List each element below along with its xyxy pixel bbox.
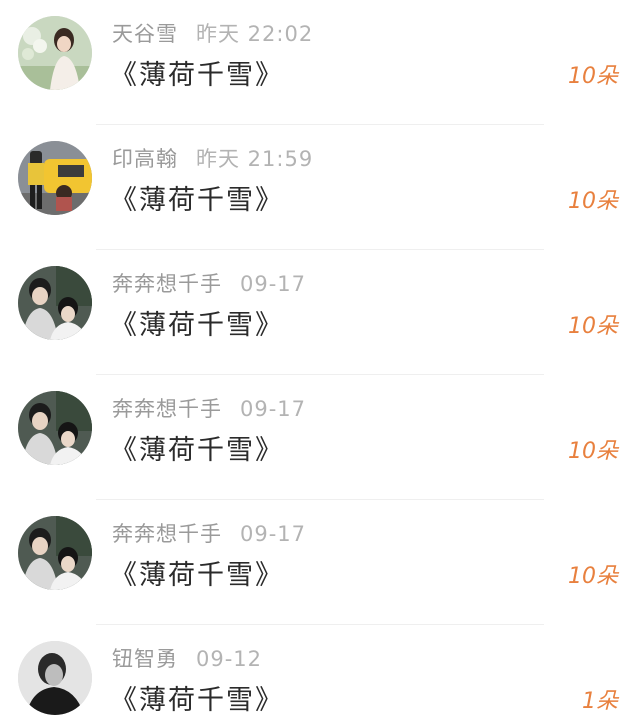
avatar[interactable] — [18, 516, 92, 590]
avatar[interactable] — [18, 641, 92, 715]
book-title[interactable]: 《薄荷千雪》 — [110, 683, 284, 715]
user-name[interactable]: 奔奔想千手 — [112, 522, 222, 546]
avatar-two-men-icon — [18, 516, 92, 590]
book-title[interactable]: 《薄荷千雪》 — [110, 433, 284, 469]
user-name[interactable]: 钮智勇 — [112, 647, 178, 671]
user-name[interactable]: 奔奔想千手 — [112, 397, 222, 421]
avatar-woman-flowers-icon — [18, 16, 92, 90]
item-meta: 天谷雪 昨天 22:02 — [112, 20, 313, 48]
item-meta: 印高翰 昨天 21:59 — [112, 145, 313, 173]
avatar-two-men-icon — [18, 266, 92, 340]
timestamp: 09-17 — [240, 522, 307, 546]
timestamp: 昨天 21:59 — [196, 147, 314, 171]
list-item[interactable]: 奔奔想千手 09-17 《薄荷千雪》 10朵 — [0, 375, 640, 500]
gift-record-list: 天谷雪 昨天 22:02 《薄荷千雪》 10朵 印高翰 昨天 21:59 《薄荷千雪… — [0, 0, 640, 715]
timestamp: 09-17 — [240, 397, 307, 421]
item-meta: 钮智勇 09-12 — [112, 645, 262, 673]
avatar[interactable] — [18, 141, 92, 215]
flower-count: 10朵 — [568, 439, 618, 464]
flower-count: 10朵 — [568, 314, 618, 339]
user-name[interactable]: 奔奔想千手 — [112, 272, 222, 296]
list-item[interactable]: 印高翰 昨天 21:59 《薄荷千雪》 10朵 — [0, 125, 640, 250]
flower-count: 10朵 — [568, 189, 618, 214]
item-meta: 奔奔想千手 09-17 — [112, 395, 306, 423]
avatar[interactable] — [18, 16, 92, 90]
book-title[interactable]: 《薄荷千雪》 — [110, 558, 284, 594]
timestamp: 09-12 — [196, 647, 263, 671]
item-meta: 奔奔想千手 09-17 — [112, 520, 306, 548]
timestamp: 09-17 — [240, 272, 307, 296]
list-item[interactable]: 奔奔想千手 09-17 《薄荷千雪》 10朵 — [0, 500, 640, 625]
avatar[interactable] — [18, 391, 92, 465]
user-name[interactable]: 印高翰 — [112, 147, 178, 171]
avatar-couple-taxi-icon — [18, 141, 92, 215]
list-item[interactable]: 奔奔想千手 09-17 《薄荷千雪》 10朵 — [0, 250, 640, 375]
avatar-two-men-icon — [18, 391, 92, 465]
flower-count: 10朵 — [568, 564, 618, 589]
book-title[interactable]: 《薄荷千雪》 — [110, 183, 284, 219]
flower-count: 1朵 — [582, 689, 618, 714]
book-title[interactable]: 《薄荷千雪》 — [110, 308, 284, 344]
book-title[interactable]: 《薄荷千雪》 — [110, 58, 284, 94]
list-item[interactable]: 钮智勇 09-12 《薄荷千雪》 1朵 — [0, 625, 640, 715]
item-meta: 奔奔想千手 09-17 — [112, 270, 306, 298]
user-name[interactable]: 天谷雪 — [112, 22, 178, 46]
list-item[interactable]: 天谷雪 昨天 22:02 《薄荷千雪》 10朵 — [0, 0, 640, 125]
avatar[interactable] — [18, 266, 92, 340]
timestamp: 昨天 22:02 — [196, 22, 314, 46]
flower-count: 10朵 — [568, 64, 618, 89]
avatar-bw-portrait-icon — [18, 641, 92, 715]
